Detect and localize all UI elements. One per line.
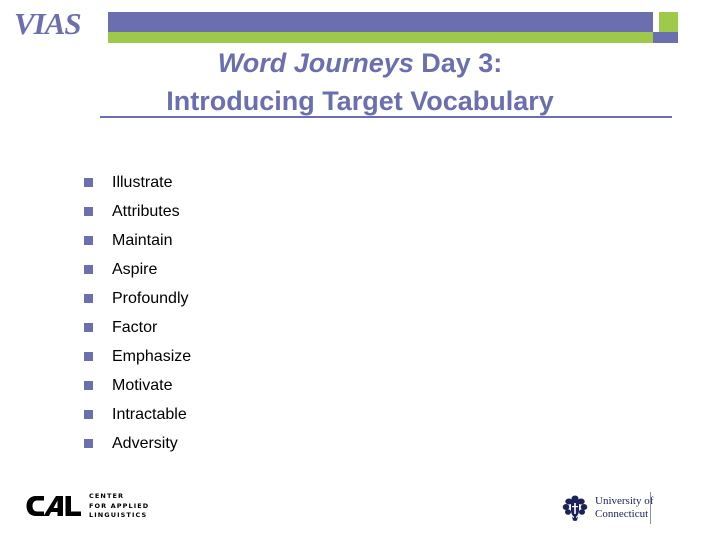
- list-item: Maintain: [84, 226, 644, 255]
- cal-monogram-icon: [26, 496, 81, 517]
- cal-wordmark-line-3: Linguistics: [89, 511, 148, 519]
- list-item: Motivate: [84, 371, 644, 400]
- page-title: Word Journeys Day 3: Introducing Target …: [0, 44, 720, 120]
- square-bullet-icon: [84, 236, 93, 245]
- list-item-label: Motivate: [112, 376, 173, 394]
- square-bullet-icon: [84, 381, 93, 390]
- list-item-label: Emphasize: [112, 347, 192, 365]
- uconn-logo: University of Connecticut: [562, 494, 653, 521]
- square-bullet-icon: [84, 178, 93, 187]
- list-item: Attributes: [84, 197, 644, 226]
- list-item: Profoundly: [84, 284, 644, 313]
- vias-logo: VIAS: [14, 6, 82, 41]
- list-item-label: Intractable: [112, 405, 187, 423]
- cal-logo: Center for Applied Linguistics: [26, 492, 149, 521]
- list-item: Adversity: [84, 429, 644, 458]
- square-bullet-icon: [84, 410, 93, 419]
- list-item-label: Maintain: [112, 231, 173, 249]
- list-item-label: Aspire: [112, 260, 158, 278]
- title-underline-rule: [100, 116, 672, 118]
- uconn-logo-divider: [650, 492, 651, 524]
- list-item-label: Factor: [112, 318, 158, 336]
- list-item: Illustrate: [84, 168, 644, 197]
- uconn-wordmark-line-1: University of: [595, 495, 654, 507]
- list-item: Intractable: [84, 400, 644, 429]
- cal-wordmark: Center for Applied Linguistics: [89, 492, 149, 521]
- oak-crest-icon: [562, 495, 588, 521]
- list-item: Emphasize: [84, 342, 644, 371]
- header-accent-square-green: [659, 12, 678, 32]
- square-bullet-icon: [84, 265, 93, 274]
- page-title-day: Day 3:: [413, 48, 503, 78]
- square-bullet-icon: [84, 323, 93, 332]
- page-title-line-2: Introducing Target Vocabulary: [166, 86, 554, 116]
- list-item: Aspire: [84, 255, 644, 284]
- header-bar-green: [108, 32, 653, 43]
- header-bar-purple: [108, 12, 653, 32]
- square-bullet-icon: [84, 439, 93, 448]
- square-bullet-icon: [84, 294, 93, 303]
- page-title-line-1: Word Journeys Day 3:: [0, 44, 720, 82]
- list-item-label: Adversity: [112, 434, 178, 452]
- vocabulary-list: Illustrate Attributes Maintain Aspire Pr…: [84, 168, 644, 458]
- list-item-label: Profoundly: [112, 289, 189, 307]
- list-item-label: Illustrate: [112, 173, 173, 191]
- header-accent-square-purple: [653, 32, 678, 43]
- cal-wordmark-line-2: for Applied: [89, 501, 150, 510]
- list-item: Factor: [84, 313, 644, 342]
- uconn-wordmark-line-2: Connecticut: [595, 507, 649, 520]
- cal-wordmark-line-1: Center: [89, 492, 125, 500]
- page-title-book-name: Word Journeys: [217, 48, 414, 78]
- uconn-wordmark: University of Connecticut: [595, 495, 653, 520]
- square-bullet-icon: [84, 352, 93, 361]
- square-bullet-icon: [84, 207, 93, 216]
- list-item-label: Attributes: [112, 202, 180, 220]
